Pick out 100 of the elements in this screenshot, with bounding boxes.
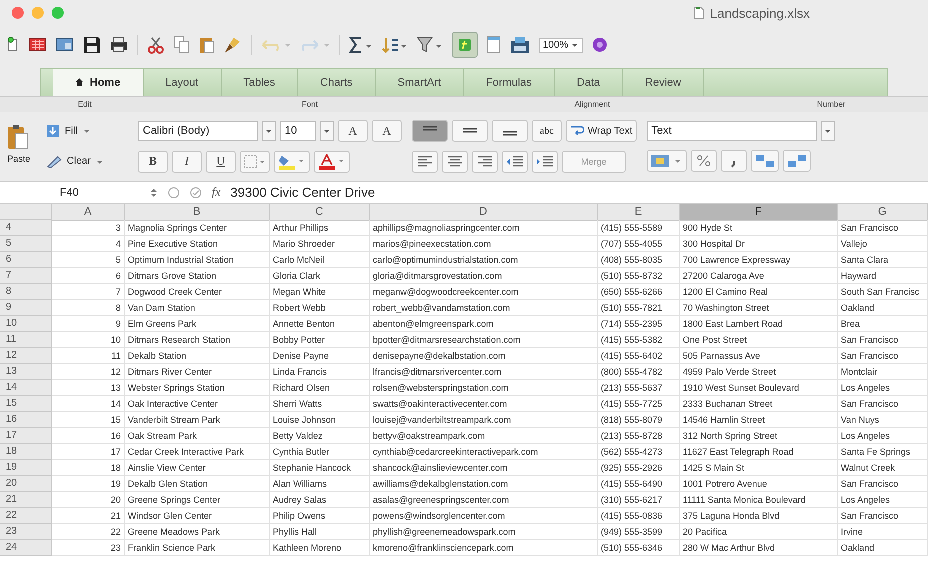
home-icon bbox=[75, 78, 84, 87]
font-color-button[interactable] bbox=[314, 150, 350, 173]
table-cell: Cedar Creek Interactive Park bbox=[125, 444, 270, 460]
table-cell: rolsen@websterspringstation.com bbox=[370, 380, 598, 396]
sort-icon[interactable] bbox=[382, 36, 408, 54]
table-cell: Hayward bbox=[838, 268, 928, 284]
row-header[interactable]: 21 bbox=[0, 492, 52, 508]
decrease-decimal-icon[interactable] bbox=[782, 150, 811, 172]
vertical-align-button[interactable] bbox=[492, 120, 528, 142]
filter-icon[interactable] bbox=[417, 36, 443, 54]
vertical-align-button[interactable] bbox=[412, 120, 448, 142]
shrink-font-button[interactable]: A bbox=[372, 120, 402, 142]
column-header[interactable]: D bbox=[370, 204, 598, 221]
row-header[interactable]: 9 bbox=[0, 300, 52, 316]
row-header[interactable]: 17 bbox=[0, 428, 52, 444]
fill-color-button[interactable] bbox=[274, 150, 310, 173]
font-dropdown-button[interactable] bbox=[262, 121, 276, 142]
format-dropdown-button[interactable] bbox=[820, 120, 835, 141]
indent-icon[interactable] bbox=[502, 150, 528, 173]
comma-style-icon[interactable] bbox=[720, 150, 747, 172]
wrap-text-button[interactable]: Wrap Text bbox=[566, 120, 637, 142]
clear-button[interactable]: Clear bbox=[42, 152, 128, 171]
row-header[interactable]: 24 bbox=[0, 540, 52, 556]
bold-button[interactable]: B bbox=[138, 150, 168, 173]
horizontal-align-icon[interactable] bbox=[412, 150, 438, 173]
table-cell: 13 bbox=[52, 380, 125, 396]
vertical-align-button[interactable] bbox=[452, 120, 488, 142]
column-header[interactable]: E bbox=[598, 204, 680, 221]
percent-icon[interactable] bbox=[690, 150, 717, 172]
horizontal-align-icon[interactable] bbox=[442, 150, 468, 173]
column-header[interactable]: G bbox=[838, 204, 928, 221]
row-header[interactable]: 10 bbox=[0, 316, 52, 332]
row-header[interactable]: 5 bbox=[0, 236, 52, 252]
column-header[interactable]: C bbox=[270, 204, 370, 221]
fill-down-icon bbox=[46, 124, 60, 138]
table-cell: kmoreno@franklinsciencepark.com bbox=[370, 540, 598, 556]
row-header[interactable]: 13 bbox=[0, 364, 52, 380]
font-size-field[interactable]: 10 bbox=[280, 121, 316, 142]
table-cell: (650) 555-6266 bbox=[598, 284, 680, 300]
column-header[interactable]: B bbox=[125, 204, 270, 221]
column-header[interactable]: A bbox=[52, 204, 125, 221]
table-cell: robert_webb@vandamstation.com bbox=[370, 300, 598, 316]
save-icon[interactable] bbox=[83, 36, 101, 54]
new-sheet-icon[interactable] bbox=[8, 37, 20, 53]
group-label: Edit bbox=[77, 100, 93, 109]
zoom-dropdown[interactable]: 100% bbox=[539, 38, 583, 52]
row-header[interactable]: 16 bbox=[0, 412, 52, 428]
font-name-field[interactable]: Calibri (Body) bbox=[138, 121, 258, 142]
row-header[interactable]: 15 bbox=[0, 396, 52, 412]
currency-format-icon[interactable] bbox=[646, 150, 687, 172]
copy-icon[interactable] bbox=[174, 36, 190, 54]
orientation-button[interactable]: abc bbox=[532, 120, 562, 142]
group-label: Number bbox=[816, 100, 847, 109]
row-header[interactable]: 23 bbox=[0, 524, 52, 540]
underline-button[interactable]: U bbox=[206, 150, 236, 173]
stepper-icon[interactable] bbox=[150, 186, 158, 198]
row-header[interactable]: 4 bbox=[0, 220, 52, 236]
print-icon[interactable] bbox=[110, 37, 128, 53]
row-header[interactable]: 22 bbox=[0, 508, 52, 524]
horizontal-align-icon[interactable] bbox=[472, 150, 498, 173]
insert-function-button[interactable]: fx bbox=[212, 185, 221, 200]
table-cell: carlo@optimumindustrialstation.com bbox=[370, 252, 598, 268]
cell-reference-field[interactable]: F40 bbox=[60, 186, 140, 198]
table-cell: 1001 Potrero Avenue bbox=[680, 476, 838, 492]
close-button[interactable] bbox=[12, 7, 24, 19]
row-header[interactable]: 6 bbox=[0, 252, 52, 268]
ribbon-tab[interactable]: Home bbox=[53, 69, 144, 96]
number-format-field[interactable]: Text bbox=[646, 120, 817, 141]
row-header[interactable]: 12 bbox=[0, 348, 52, 364]
eraser-icon bbox=[46, 154, 62, 169]
increase-decimal-icon[interactable] bbox=[750, 150, 779, 172]
sheet-icon[interactable] bbox=[487, 36, 501, 54]
indent-icon[interactable] bbox=[532, 150, 558, 173]
table-cell: (415) 555-6490 bbox=[598, 476, 680, 492]
scissors-icon[interactable] bbox=[147, 36, 165, 54]
help-icon[interactable] bbox=[592, 37, 608, 53]
table-cell: asalas@greenespringscenter.com bbox=[370, 492, 598, 508]
formula-field[interactable]: 39300 Civic Center Drive bbox=[230, 185, 376, 200]
row-header[interactable]: 19 bbox=[0, 460, 52, 476]
clipboard-icon[interactable] bbox=[199, 36, 215, 54]
template-icon[interactable] bbox=[29, 37, 47, 53]
table-cell: 3 bbox=[52, 220, 125, 236]
brush-icon[interactable] bbox=[224, 36, 242, 54]
size-dropdown-button[interactable] bbox=[320, 121, 334, 142]
table-cell: Carlo McNeil bbox=[270, 252, 370, 268]
document-icon bbox=[694, 7, 704, 19]
grow-font-button[interactable]: A bbox=[338, 120, 368, 142]
sum-icon[interactable] bbox=[349, 36, 373, 54]
row-header[interactable]: 18 bbox=[0, 444, 52, 460]
row-header[interactable]: 14 bbox=[0, 380, 52, 396]
fill-button[interactable]: Fill bbox=[42, 122, 128, 140]
row-header[interactable]: 8 bbox=[0, 284, 52, 300]
italic-button[interactable]: I bbox=[172, 150, 202, 173]
row-header[interactable]: 11 bbox=[0, 332, 52, 348]
table-cell: Walnut Creek bbox=[838, 460, 928, 476]
column-header[interactable]: F bbox=[680, 204, 838, 221]
row-header[interactable]: 7 bbox=[0, 268, 52, 284]
row-header[interactable]: 20 bbox=[0, 476, 52, 492]
table-cell: Betty Valdez bbox=[270, 428, 370, 444]
paste-button[interactable]: Paste bbox=[6, 116, 32, 177]
